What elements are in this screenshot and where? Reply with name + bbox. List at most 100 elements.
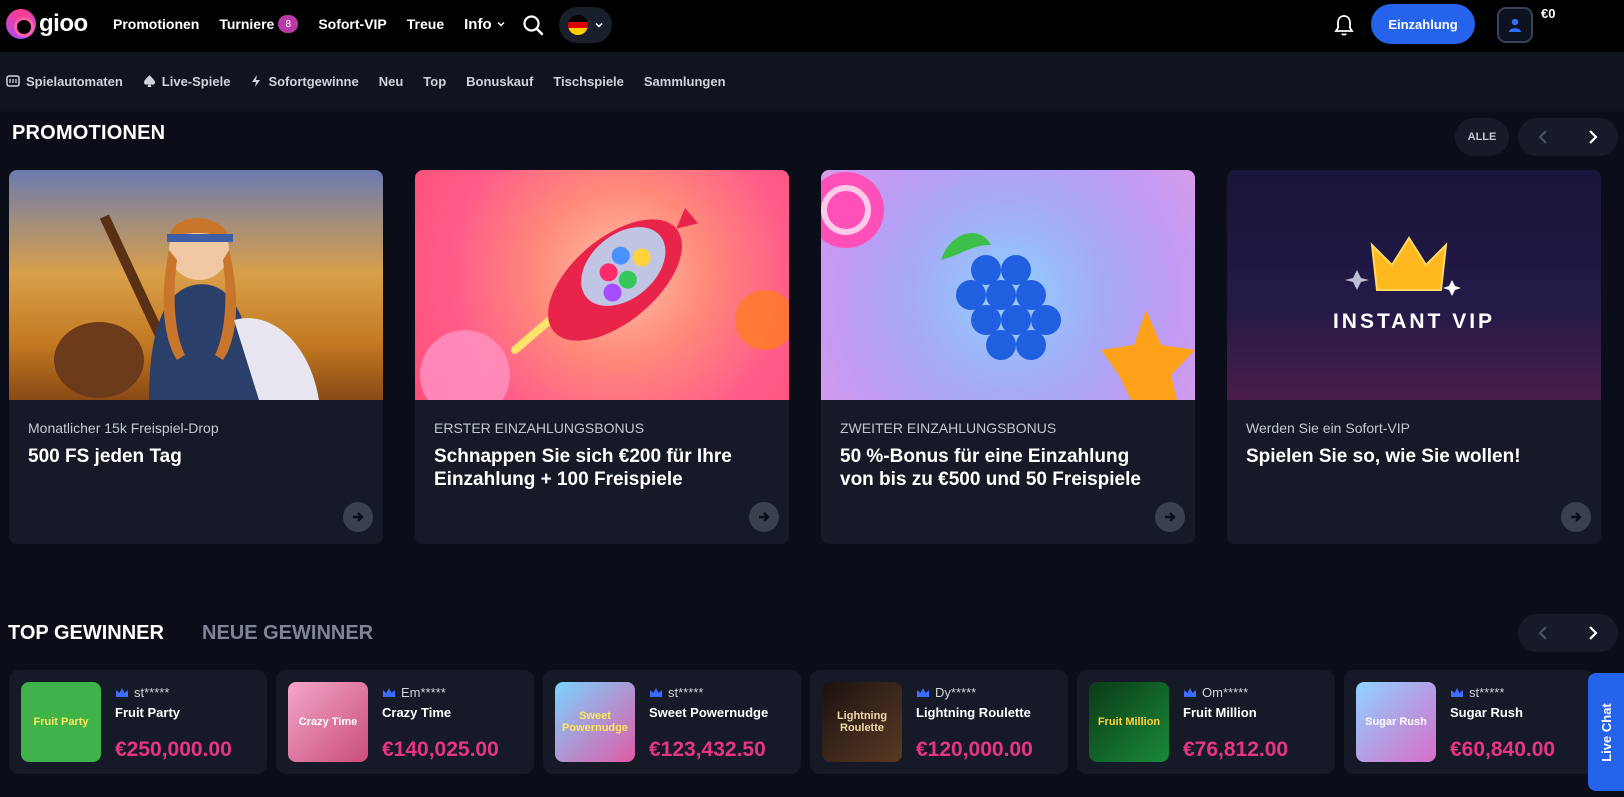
gioo-logo-icon bbox=[6, 9, 36, 39]
category-slots[interactable]: Spielautomaten bbox=[6, 74, 123, 89]
game-thumbnail-text: Fruit Million bbox=[1097, 716, 1161, 728]
promo-open-button[interactable] bbox=[1155, 502, 1185, 532]
nav-loyalty[interactable]: Treue bbox=[407, 15, 444, 33]
nav-tournaments[interactable]: Turniere 8 bbox=[219, 15, 299, 33]
arrow-right-icon bbox=[353, 512, 364, 522]
bell-icon bbox=[1334, 15, 1354, 36]
nav-tournaments-label: Turniere bbox=[219, 16, 275, 32]
promo-image-rocket bbox=[415, 170, 789, 400]
winner-game-name: Crazy Time bbox=[382, 705, 452, 720]
winner-card[interactable]: Crazy Time Em***** Crazy Time €140,025.0… bbox=[276, 670, 534, 774]
winner-card[interactable]: Fruit Party st***** Fruit Party €250,000… bbox=[9, 670, 267, 774]
winner-card[interactable]: Sugar Rush st***** Sugar Rush €60,840.00 bbox=[1344, 670, 1594, 774]
user-avatar-button[interactable] bbox=[1497, 7, 1533, 43]
winner-username: st***** bbox=[134, 685, 170, 700]
promotions-heading: PROMOTIONEN bbox=[12, 122, 166, 144]
winner-card[interactable]: Sweet Powernudge st***** Sweet Powernudg… bbox=[543, 670, 801, 774]
live-chat-label: Live Chat bbox=[1598, 702, 1614, 762]
winner-amount: €120,000.00 bbox=[916, 738, 1033, 761]
slot-machine-icon bbox=[6, 75, 20, 87]
arrow-right-icon bbox=[1165, 512, 1176, 522]
crown-icon bbox=[1451, 688, 1463, 697]
category-slots-label: Spielautomaten bbox=[26, 73, 123, 89]
spade-icon bbox=[143, 75, 155, 87]
winner-game-name: Fruit Million bbox=[1183, 705, 1257, 720]
tournaments-count-badge: 8 bbox=[278, 15, 299, 33]
promotions-prev-button[interactable] bbox=[1518, 118, 1568, 156]
crown-icon bbox=[116, 688, 128, 697]
category-new[interactable]: Neu bbox=[379, 74, 404, 89]
promo-image-grapes bbox=[821, 170, 1195, 400]
game-thumbnail: Sugar Rush bbox=[1356, 682, 1436, 762]
winner-username: Em***** bbox=[401, 685, 446, 700]
chevron-right-icon bbox=[1589, 130, 1598, 144]
promo-subtitle: Werden Sie ein Sofort-VIP bbox=[1246, 420, 1410, 436]
game-thumbnail-text: Fruit Party bbox=[33, 716, 89, 728]
tab-top-winners[interactable]: TOP GEWINNER bbox=[8, 622, 164, 645]
winner-card[interactable]: Fruit Million Om***** Fruit Million €76,… bbox=[1077, 670, 1335, 774]
winner-game-name: Lightning Roulette bbox=[916, 705, 1031, 720]
promo-title: 500 FS jeden Tag bbox=[28, 446, 182, 467]
nav-instant-vip[interactable]: Sofort-VIP bbox=[318, 15, 386, 33]
winner-user: Dy***** bbox=[916, 685, 976, 700]
category-live-games-label: Live-Spiele bbox=[161, 73, 231, 89]
winner-amount: €60,840.00 bbox=[1450, 738, 1556, 761]
winner-user: Om***** bbox=[1183, 685, 1248, 700]
category-top-label: Top bbox=[423, 73, 447, 89]
deposit-button[interactable]: Einzahlung bbox=[1371, 4, 1475, 44]
rocket-illustration bbox=[420, 208, 789, 400]
category-top[interactable]: Top bbox=[423, 74, 446, 89]
promo-subtitle: Monatlicher 15k Freispiel-Drop bbox=[28, 420, 219, 436]
promo-card-second-deposit[interactable]: ZWEITER EINZAHLUNGSBONUS 50 %-Bonus für … bbox=[821, 170, 1195, 544]
promo-title: Spielen Sie so, wie Sie wollen! bbox=[1246, 446, 1521, 467]
game-thumbnail: Fruit Million bbox=[1089, 682, 1169, 762]
promo-open-button[interactable] bbox=[749, 502, 779, 532]
promo-open-button[interactable] bbox=[343, 502, 373, 532]
arrow-right-icon bbox=[759, 512, 770, 522]
nav-promotions-label: Promotionen bbox=[113, 16, 200, 32]
category-instant-wins-label: Sofortgewinne bbox=[268, 73, 359, 89]
winner-user: Em***** bbox=[382, 685, 446, 700]
grapes-illustration bbox=[821, 172, 1195, 400]
winners-next-button[interactable] bbox=[1568, 614, 1618, 652]
category-bonus-buy-label: Bonuskauf bbox=[466, 73, 534, 89]
category-table-games[interactable]: Tischspiele bbox=[553, 74, 624, 89]
promo-open-button[interactable] bbox=[1561, 502, 1591, 532]
promo-image-bard-woman bbox=[9, 170, 383, 400]
winner-amount: €123,432.50 bbox=[649, 738, 766, 761]
notifications-button[interactable] bbox=[1332, 12, 1356, 38]
game-thumbnail-text: Lightning Roulette bbox=[836, 710, 888, 734]
chevron-left-icon bbox=[1538, 626, 1547, 640]
category-bar: Spielautomaten Live-Spiele Sofortgewinne… bbox=[0, 52, 1624, 110]
winner-card[interactable]: Lightning Roulette Dy***** Lightning Rou… bbox=[810, 670, 1068, 774]
category-live-games[interactable]: Live-Spiele bbox=[143, 73, 231, 89]
promotions-next-button[interactable] bbox=[1568, 118, 1618, 156]
promo-card-instant-vip[interactable]: INSTANT VIP Werden Sie ein Sofort-VIP Sp… bbox=[1227, 170, 1601, 544]
tab-new-winners[interactable]: NEUE GEWINNER bbox=[202, 622, 373, 645]
crown-icon bbox=[1345, 236, 1461, 296]
language-selector[interactable] bbox=[559, 7, 612, 43]
winner-game-name: Sugar Rush bbox=[1450, 705, 1523, 720]
promo-card-freespin-drop[interactable]: Monatlicher 15k Freispiel-Drop 500 FS je… bbox=[9, 170, 383, 544]
promo-title: 50 %-Bonus für eine Einzahlung von bis z… bbox=[840, 446, 1141, 490]
promotions-all-button[interactable]: ALLE bbox=[1455, 118, 1509, 156]
nav-promotions[interactable]: Promotionen bbox=[113, 15, 199, 33]
winners-prev-button[interactable] bbox=[1518, 614, 1568, 652]
game-thumbnail-text: Sweet Powernudge bbox=[561, 710, 628, 734]
gioo-logo[interactable]: gioo bbox=[6, 9, 88, 39]
category-bonus-buy[interactable]: Bonuskauf bbox=[466, 74, 533, 89]
winner-username: Om***** bbox=[1202, 685, 1249, 700]
search-button[interactable] bbox=[520, 12, 546, 38]
winner-user: st***** bbox=[115, 685, 169, 700]
promo-card-first-deposit[interactable]: ERSTER EINZAHLUNGSBONUS Schnappen Sie si… bbox=[415, 170, 789, 544]
category-table-games-label: Tischspiele bbox=[553, 73, 624, 89]
winner-username: Dy***** bbox=[935, 685, 977, 700]
live-chat-button[interactable]: Live Chat bbox=[1588, 673, 1624, 791]
crown-icon bbox=[917, 688, 929, 697]
category-instant-wins[interactable]: Sofortgewinne bbox=[250, 73, 359, 89]
balance-display[interactable]: €0 bbox=[1541, 6, 1555, 21]
nav-info-label: Info bbox=[464, 15, 492, 33]
nav-info-dropdown[interactable]: Info bbox=[464, 15, 506, 33]
lightning-icon bbox=[252, 75, 261, 87]
category-collections[interactable]: Sammlungen bbox=[644, 74, 726, 89]
